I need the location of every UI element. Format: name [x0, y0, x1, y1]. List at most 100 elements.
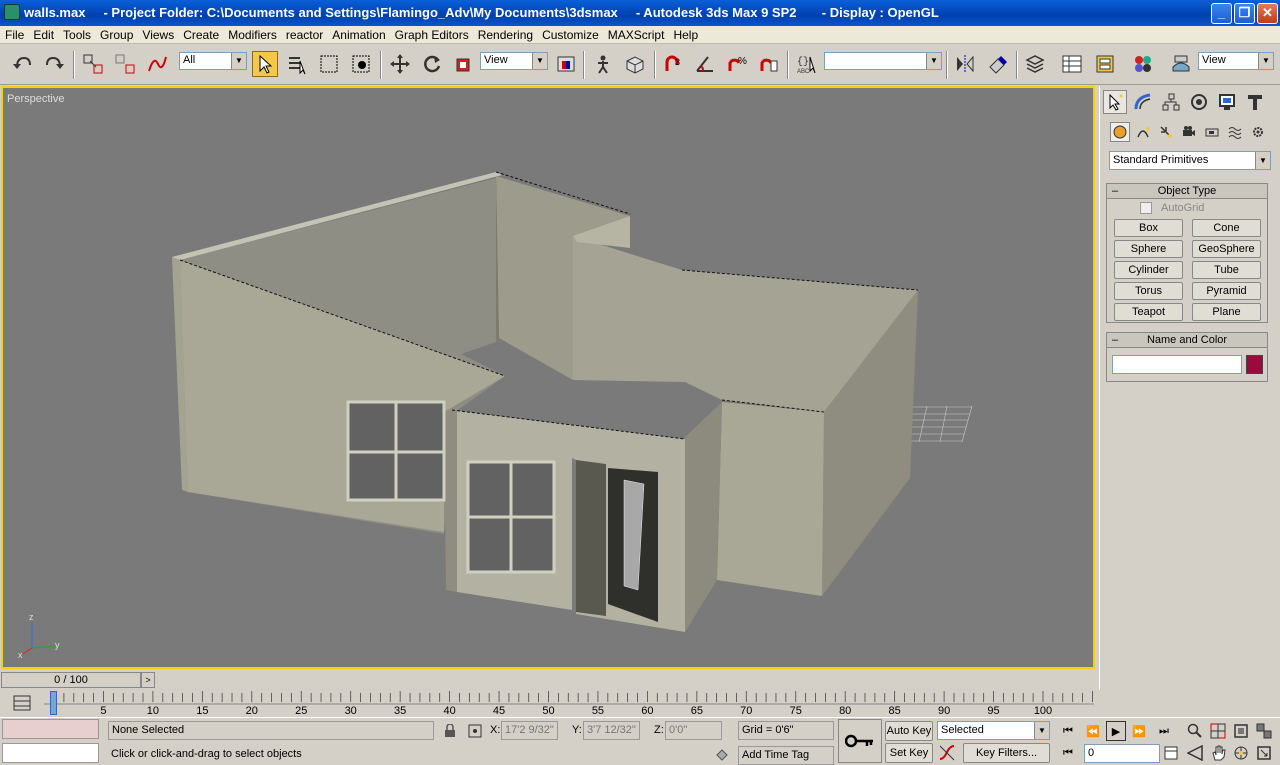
- y-coordinate[interactable]: 3'7 12/32": [583, 721, 640, 740]
- systems-icon[interactable]: [1248, 122, 1268, 142]
- zoom-icon[interactable]: [1185, 721, 1205, 741]
- zoom-extents-all-icon[interactable]: [1254, 721, 1274, 741]
- wall-model[interactable]: [3, 88, 1093, 667]
- geometry-icon[interactable]: [1110, 122, 1130, 142]
- percent-snap-icon[interactable]: %: [724, 51, 750, 77]
- rotate-icon[interactable]: [419, 51, 445, 77]
- menu-rendering[interactable]: Rendering: [473, 26, 537, 44]
- add-time-tag[interactable]: Add Time Tag: [738, 746, 834, 765]
- selection-filter-dropdown[interactable]: All ▼: [179, 52, 247, 70]
- menu-edit[interactable]: Edit: [28, 26, 58, 44]
- maxscript-listener-white[interactable]: [2, 743, 99, 763]
- bind-space-warp-icon[interactable]: [144, 51, 170, 77]
- time-slider-next[interactable]: >: [141, 672, 155, 688]
- menu-help[interactable]: Help: [668, 26, 702, 44]
- align-icon[interactable]: [984, 51, 1010, 77]
- go-to-end-icon[interactable]: ⏭: [1154, 721, 1174, 741]
- object-color-swatch[interactable]: [1246, 355, 1263, 374]
- tube-button[interactable]: Tube: [1192, 261, 1261, 279]
- unlink-icon[interactable]: [112, 51, 138, 77]
- autogrid-checkbox[interactable]: [1140, 202, 1152, 214]
- play-icon[interactable]: ▶: [1106, 721, 1126, 741]
- select-by-name-icon[interactable]: [284, 51, 310, 77]
- key-icon[interactable]: [838, 719, 882, 763]
- cameras-icon[interactable]: [1179, 122, 1199, 142]
- create-tab-icon[interactable]: [1103, 90, 1127, 114]
- cylinder-button[interactable]: Cylinder: [1114, 261, 1183, 279]
- move-icon[interactable]: [387, 51, 413, 77]
- maximize-viewport-icon[interactable]: [1254, 743, 1274, 763]
- scale-icon[interactable]: [451, 51, 477, 77]
- undo-icon[interactable]: [10, 51, 36, 77]
- display-tab-icon[interactable]: [1215, 90, 1239, 114]
- menu-group[interactable]: Group: [95, 26, 137, 44]
- time-tag-icon[interactable]: [712, 745, 732, 765]
- close-button[interactable]: ✕: [1257, 3, 1278, 24]
- manipulate-icon[interactable]: [590, 51, 616, 77]
- motion-tab-icon[interactable]: [1187, 90, 1211, 114]
- spinner-snap-icon[interactable]: [756, 51, 782, 77]
- auto-key-button[interactable]: Auto Key: [885, 721, 933, 741]
- angle-snap-icon[interactable]: [692, 51, 718, 77]
- edit-named-sets-icon[interactable]: {} ABC: [794, 51, 820, 77]
- app-icon[interactable]: [4, 4, 20, 20]
- box-button[interactable]: Box: [1114, 219, 1183, 237]
- pyramid-button[interactable]: Pyramid: [1192, 282, 1261, 300]
- menu-reactor[interactable]: reactor: [281, 26, 327, 44]
- render-view-dropdown[interactable]: View ▼: [1198, 52, 1274, 70]
- layer-manager-icon[interactable]: [1022, 51, 1048, 77]
- modify-tab-icon[interactable]: [1131, 90, 1155, 114]
- absolute-mode-icon[interactable]: [465, 721, 485, 741]
- time-cursor[interactable]: [50, 691, 57, 715]
- material-editor-icon[interactable]: [1130, 51, 1156, 77]
- select-link-icon[interactable]: [80, 51, 106, 77]
- menu-views[interactable]: Views: [137, 26, 178, 44]
- torus-button[interactable]: Torus: [1114, 282, 1183, 300]
- curve-editor-icon[interactable]: [1059, 51, 1085, 77]
- redo-icon[interactable]: [41, 51, 67, 77]
- menu-animation[interactable]: Animation: [327, 26, 389, 44]
- menu-maxscript[interactable]: MAXScript: [603, 26, 669, 44]
- time-slider-thumb[interactable]: 0 / 100: [1, 672, 141, 688]
- previous-frame-icon[interactable]: ⏪: [1083, 721, 1103, 741]
- menu-graph-editors[interactable]: Graph Editors: [390, 26, 473, 44]
- geosphere-button[interactable]: GeoSphere: [1192, 240, 1261, 258]
- name-and-color-header[interactable]: – Name and Color: [1107, 333, 1267, 348]
- rect-region-icon[interactable]: [316, 51, 342, 77]
- maxscript-listener-pink[interactable]: [2, 719, 99, 739]
- z-coordinate[interactable]: 0'0": [665, 721, 722, 740]
- named-selection-dropdown[interactable]: ▼: [824, 52, 942, 70]
- current-frame-input[interactable]: 0: [1084, 744, 1160, 763]
- utilities-tab-icon[interactable]: [1243, 90, 1267, 114]
- teapot-button[interactable]: Teapot: [1114, 303, 1183, 321]
- shapes-icon[interactable]: [1133, 122, 1153, 142]
- time-slider[interactable]: 0 / 100 >: [0, 671, 1096, 689]
- next-frame-icon[interactable]: ⏩: [1129, 721, 1149, 741]
- menu-customize[interactable]: Customize: [537, 26, 603, 44]
- pan-icon[interactable]: [1208, 743, 1228, 763]
- track-bar[interactable]: 0510152025303540455055606570758085909510…: [0, 690, 1096, 717]
- menu-tools[interactable]: Tools: [58, 26, 95, 44]
- space-warps-icon[interactable]: [1225, 122, 1245, 142]
- pivot-icon[interactable]: [553, 51, 579, 77]
- menu-file[interactable]: File: [0, 26, 28, 44]
- schematic-view-icon[interactable]: [1092, 51, 1118, 77]
- sphere-button[interactable]: Sphere: [1114, 240, 1183, 258]
- field-of-view-icon[interactable]: [1185, 743, 1205, 763]
- plane-button[interactable]: Plane: [1192, 303, 1261, 321]
- zoom-all-icon[interactable]: [1208, 721, 1228, 741]
- ref-coord-dropdown[interactable]: View ▼: [480, 52, 548, 70]
- object-type-header[interactable]: – Object Type: [1107, 184, 1267, 199]
- menu-modifiers[interactable]: Modifiers: [223, 26, 281, 44]
- mirror-icon[interactable]: [952, 51, 978, 77]
- minimize-button[interactable]: _: [1211, 3, 1232, 24]
- select-object-icon[interactable]: [252, 51, 278, 77]
- default-tangent-icon[interactable]: [937, 743, 957, 763]
- lights-icon[interactable]: [1156, 122, 1176, 142]
- key-mode-toggle-icon[interactable]: ⏮: [1058, 743, 1078, 763]
- window-crossing-icon[interactable]: [348, 51, 374, 77]
- orbit-icon[interactable]: [1231, 743, 1251, 763]
- key-filters-button[interactable]: Key Filters...: [963, 743, 1050, 763]
- maximize-button[interactable]: ❐: [1234, 3, 1255, 24]
- keyboard-shortcut-icon[interactable]: [622, 51, 648, 77]
